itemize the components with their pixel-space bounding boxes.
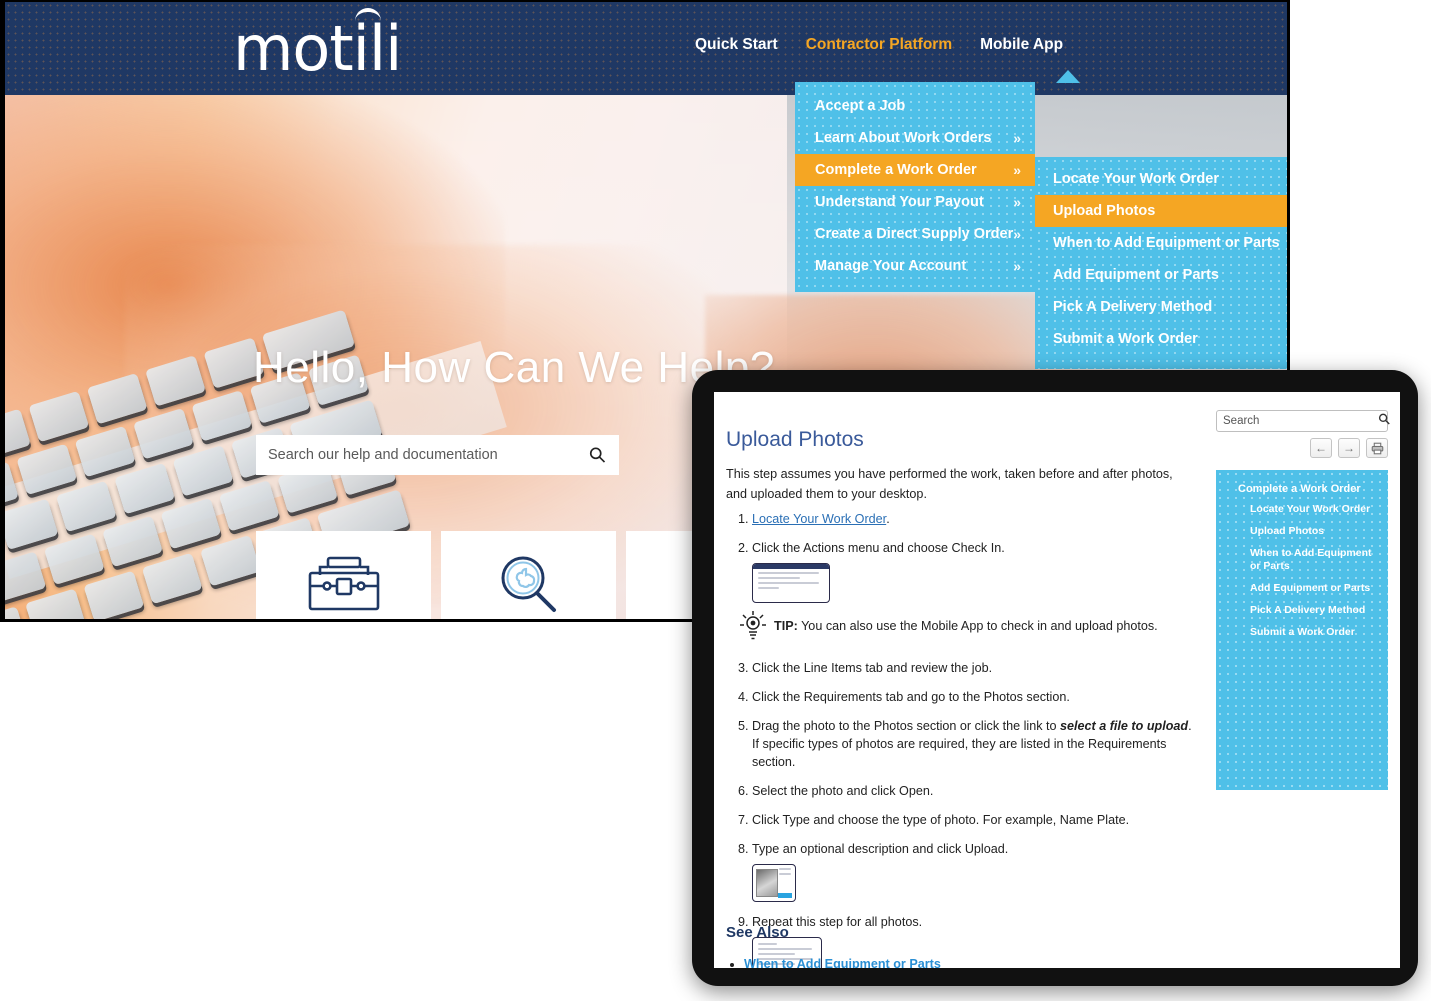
submenu-item-add-equipment-or-parts[interactable]: Add Equipment or Parts	[1035, 259, 1287, 291]
card-work-orders[interactable]: Work Orders Accept a Job Add Equipment o…	[256, 531, 431, 619]
documentation-panel: Upload Photos This step assumes you have…	[714, 392, 1400, 968]
printer-icon[interactable]	[1366, 438, 1388, 458]
menu-item-complete-a-work-order[interactable]: Complete a Work Order »	[795, 154, 1035, 186]
toc-item-add-equipment-or-parts[interactable]: Add Equipment or Parts	[1250, 582, 1380, 595]
doc-step-5: Drag the photo to the Photos section or …	[752, 717, 1196, 771]
doc-step-7: Click Type and choose the type of photo.…	[752, 811, 1196, 829]
magnifier-gear-icon	[496, 547, 562, 619]
submenu-item-upload-photos[interactable]: Upload Photos	[1035, 195, 1287, 227]
arrow-left-icon[interactable]: ←	[1310, 438, 1332, 458]
chevron-right-icon: »	[1013, 226, 1022, 242]
doc-table-of-contents: Complete a Work Order Locate Your Work O…	[1216, 470, 1388, 790]
doc-step-4: Click the Requirements tab and go to the…	[752, 688, 1196, 706]
contractor-platform-menu: Accept a Job Learn About Work Orders » C…	[795, 82, 1035, 292]
submenu-item-when-to-add-equipment-or-parts[interactable]: When to Add Equipment or Parts	[1035, 227, 1287, 259]
tip-text-wrap: TIP: You can also use the Mobile App to …	[774, 609, 1158, 635]
submenu-item-pick-a-delivery-method[interactable]: Pick A Delivery Method	[1035, 291, 1287, 323]
menu-item-manage-your-account[interactable]: Manage Your Account »	[795, 250, 1035, 282]
chevron-right-icon: »	[1013, 162, 1021, 178]
toc-item-locate-your-work-order[interactable]: Locate Your Work Order	[1250, 503, 1380, 516]
chevron-right-icon: »	[1013, 194, 1021, 210]
tip-label: TIP:	[774, 619, 798, 633]
toc-item-upload-photos[interactable]: Upload Photos	[1250, 525, 1380, 538]
menu-item-accept-a-job[interactable]: Accept a Job	[795, 90, 1035, 122]
doc-intro-paragraph: This step assumes you have performed the…	[726, 467, 1173, 501]
menu-item-label: Accept a Job	[815, 98, 906, 114]
search-input[interactable]	[268, 447, 587, 463]
menu-item-label: Complete a Work Order	[815, 162, 977, 178]
chevron-right-icon: »	[1013, 130, 1021, 146]
submenu-item-locate-your-work-order[interactable]: Locate Your Work Order	[1035, 163, 1287, 195]
menu-item-create-a-direct-supply-order[interactable]: Create a Direct Supply Order »	[795, 218, 1035, 250]
menu-item-label: Manage Your Account	[815, 258, 967, 274]
tip-body: You can also use the Mobile App to check…	[797, 619, 1158, 633]
hero-search-box[interactable]	[256, 435, 619, 475]
see-also-link-when-to-add-equipment-or-parts[interactable]: When to Add Equipment or Parts	[744, 957, 941, 968]
toolbox-icon	[306, 547, 382, 619]
doc-step-1: Locate Your Work Order.	[752, 510, 1196, 528]
step-suffix: .	[886, 512, 890, 526]
step-text-a: Drag the photo to the Photos section or …	[752, 719, 1061, 733]
logo-accent	[355, 8, 382, 24]
doc-steps: Locate Your Work Order. Click the Action…	[726, 510, 1196, 968]
doc-search-box[interactable]	[1216, 410, 1391, 432]
doc-search-input[interactable]	[1223, 415, 1377, 427]
toc-item-pick-a-delivery-method[interactable]: Pick A Delivery Method	[1250, 604, 1380, 617]
toc-item-when-to-add-equipment-or-parts[interactable]: When to Add Equipment or Parts	[1250, 547, 1380, 573]
search-icon[interactable]	[1377, 412, 1391, 431]
step-text: Type an optional description and click U…	[752, 842, 1009, 856]
doc-page-title: Upload Photos	[726, 428, 864, 451]
toc-heading[interactable]: Complete a Work Order	[1238, 483, 1380, 495]
step-link-locate-your-work-order[interactable]: Locate Your Work Order	[752, 512, 886, 526]
screenshot-thumbnail-check-in[interactable]	[752, 563, 830, 603]
arrow-right-icon[interactable]: →	[1338, 438, 1360, 458]
nav-item-mobile-app[interactable]: Mobile App	[980, 36, 1063, 54]
see-also-heading: See Also	[726, 924, 789, 941]
menu-item-label: Understand Your Payout	[815, 194, 984, 210]
nav-item-contractor-platform[interactable]: Contractor Platform	[806, 36, 952, 54]
menu-item-learn-about-work-orders[interactable]: Learn About Work Orders »	[795, 122, 1035, 154]
lightbulb-icon	[738, 609, 768, 648]
complete-work-order-submenu: Locate Your Work Order Upload Photos Whe…	[1035, 157, 1287, 369]
menu-caret	[1056, 70, 1080, 83]
screenshot-thumbnail-upload-dialog[interactable]	[752, 864, 796, 902]
screenshot-stage: motili Quick Start Contractor Platform M…	[0, 0, 1431, 1001]
step-text: Click the Actions menu and choose Check …	[752, 541, 1005, 555]
search-icon[interactable]	[587, 445, 607, 465]
toc-item-submit-a-work-order[interactable]: Submit a Work Order	[1250, 626, 1380, 639]
see-also-list: When to Add Equipment or Parts	[744, 957, 941, 968]
step-emphasis: select a file to upload	[1060, 719, 1189, 733]
menu-item-label: Learn About Work Orders	[815, 130, 992, 146]
doc-step-3: Click the Line Items tab and review the …	[752, 659, 1196, 677]
menu-item-understand-your-payout[interactable]: Understand Your Payout »	[795, 186, 1035, 218]
doc-step-6: Select the photo and click Open.	[752, 782, 1196, 800]
doc-step-8: Type an optional description and click U…	[752, 840, 1196, 902]
doc-nav-buttons: ← →	[1310, 438, 1388, 458]
tip-callout: TIP: You can also use the Mobile App to …	[738, 609, 1196, 648]
documentation-panel-frame: Upload Photos This step assumes you have…	[692, 370, 1418, 986]
nav-item-quick-start[interactable]: Quick Start	[695, 36, 778, 54]
doc-step-2: Click the Actions menu and choose Check …	[740, 539, 1196, 648]
site-header: motili Quick Start Contractor Platform M…	[5, 2, 1287, 95]
primary-nav: Quick Start Contractor Platform Mobile A…	[695, 36, 1063, 54]
motili-logo[interactable]: motili	[233, 8, 402, 80]
see-also-item: When to Add Equipment or Parts	[744, 957, 941, 968]
submenu-item-submit-a-work-order[interactable]: Submit a Work Order	[1035, 323, 1287, 355]
card-troubleshooting[interactable]: Troubleshooting Change Job Notifications	[441, 531, 616, 619]
menu-item-label: Create a Direct Supply Order	[815, 226, 1014, 242]
chevron-right-icon: »	[1013, 258, 1021, 274]
